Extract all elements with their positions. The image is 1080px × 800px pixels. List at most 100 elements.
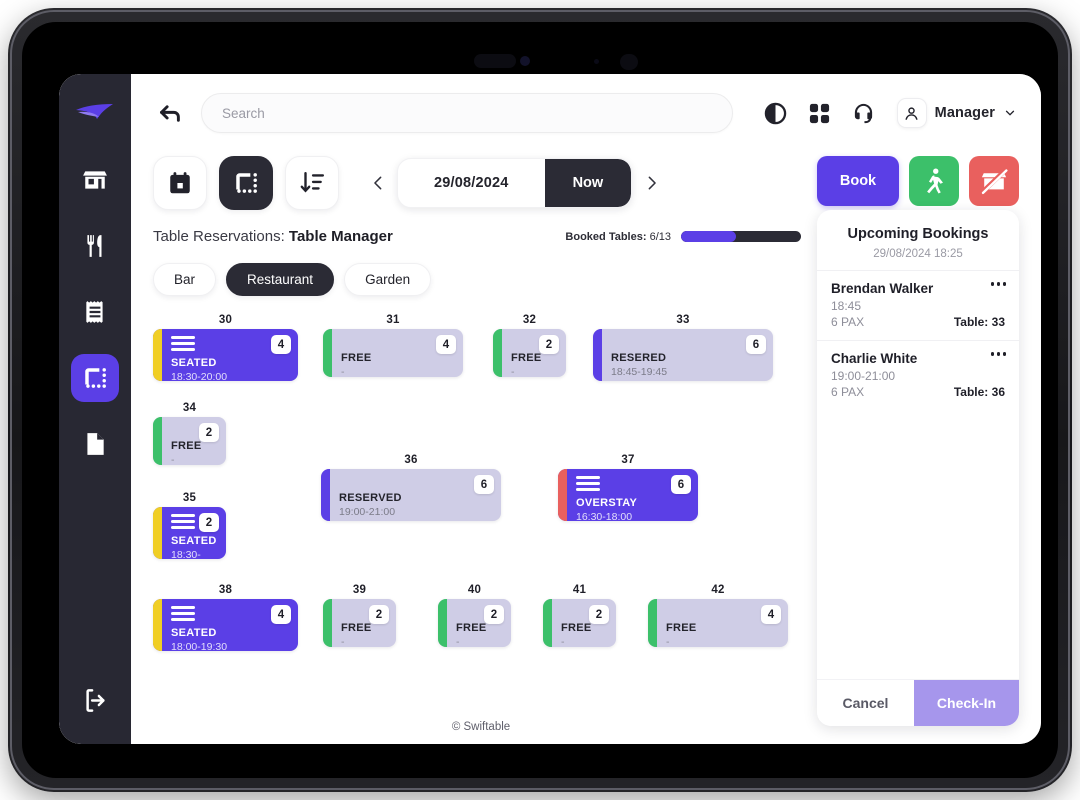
- zone-tab-restaurant[interactable]: Restaurant: [226, 263, 335, 296]
- table-card[interactable]: 2 FREE -: [153, 417, 226, 465]
- table-cell: 32 2 FREE -: [493, 314, 566, 377]
- table-number: 31: [386, 314, 400, 326]
- sidebar-nav: [71, 156, 119, 676]
- table-menu-icon[interactable]: [171, 606, 195, 621]
- next-day-button[interactable]: [640, 165, 662, 201]
- table-number: 32: [522, 314, 537, 326]
- zone-tab-bar[interactable]: Bar: [153, 263, 217, 296]
- table-number: 36: [404, 454, 418, 466]
- table-card[interactable]: 4 FREE -: [648, 599, 788, 647]
- table-menu-icon[interactable]: [171, 514, 195, 529]
- app-screen: Manager: [59, 74, 1041, 744]
- panel-title: Upcoming Bookings: [847, 226, 989, 242]
- booking-meta: 6 PAX Table: 33: [831, 315, 1005, 329]
- search-input[interactable]: [222, 105, 712, 121]
- zone-tab-garden[interactable]: Garden: [344, 263, 432, 296]
- table-status-label: OVERSTAY: [576, 497, 638, 509]
- sidebar-item-tables[interactable]: [71, 354, 119, 402]
- sidebar-item-orders[interactable]: [71, 288, 119, 336]
- table-seat-count: 2: [199, 513, 219, 532]
- more-options-icon[interactable]: [990, 282, 1006, 286]
- table-status-strip: [153, 599, 162, 651]
- table-number: 40: [467, 584, 482, 596]
- booking-list-item[interactable]: Charlie White 19:00-21:00 6 PAX Table: 36: [817, 340, 1019, 410]
- booking-pax: 6 PAX: [831, 385, 865, 399]
- table-seat-count: 4: [436, 335, 456, 354]
- user-avatar-icon: [896, 98, 927, 128]
- now-button[interactable]: Now: [544, 159, 632, 207]
- table-menu-icon[interactable]: [576, 476, 600, 491]
- table-status-strip: [593, 329, 602, 381]
- table-card-body: 2 FREE -: [162, 417, 226, 465]
- user-menu[interactable]: Manager: [896, 98, 1017, 128]
- table-number: 33: [676, 314, 690, 326]
- table-seat-count: 2: [369, 605, 389, 624]
- table-card-body: 4 FREE -: [657, 599, 788, 647]
- swiftable-bird-logo-icon: [74, 98, 116, 130]
- table-number: 30: [218, 314, 233, 326]
- panel-subtitle: 29/08/2024 18:25: [873, 248, 963, 260]
- table-card[interactable]: 2 FREE -: [323, 599, 396, 647]
- store-closed-icon[interactable]: [969, 156, 1019, 206]
- check-in-button[interactable]: Check-In: [913, 680, 1019, 726]
- booking-list-item[interactable]: Brendan Walker 18:45 6 PAX Table: 33: [817, 270, 1019, 340]
- footer: © Swiftable: [153, 710, 809, 744]
- cancel-button[interactable]: Cancel: [817, 680, 914, 726]
- device-screen-bezel: Manager: [22, 22, 1058, 778]
- table-menu-icon[interactable]: [171, 336, 195, 351]
- table-cell: 31 4 FREE -: [323, 314, 463, 377]
- floorplan-view-button[interactable]: [219, 156, 273, 210]
- table-card-body: 4 SEATED 18:30-20:00: [162, 329, 298, 381]
- table-time-range: -: [561, 635, 565, 647]
- table-cell: 34 2 FREE -: [153, 402, 226, 465]
- booked-tables-progress: [681, 231, 801, 242]
- table-seat-count: 2: [539, 335, 559, 354]
- table-time-range: -: [341, 635, 345, 647]
- walking-person-icon[interactable]: [909, 156, 959, 206]
- calendar-view-button[interactable]: [153, 156, 207, 210]
- back-arrow-icon[interactable]: [153, 96, 187, 130]
- logout-icon[interactable]: [71, 676, 119, 724]
- table-cell: 38 4 SEATED 18:00-19:30: [153, 584, 298, 651]
- sidebar-item-store[interactable]: [71, 156, 119, 204]
- proximity-sensor: [620, 54, 638, 70]
- table-status-label: RESERVED: [339, 492, 402, 504]
- table-seat-count: 2: [484, 605, 504, 624]
- date-value[interactable]: 29/08/2024: [398, 159, 545, 207]
- sidebar-item-menu[interactable]: [71, 222, 119, 270]
- table-card-body: 6 OVERSTAY 16:30-18:00: [567, 469, 698, 521]
- table-card[interactable]: 6 RESERED 18:45-19:45: [593, 329, 773, 381]
- table-card[interactable]: 2 FREE -: [493, 329, 566, 377]
- contrast-icon[interactable]: [761, 98, 791, 128]
- table-cell: 42 4 FREE -: [648, 584, 788, 647]
- sidebar-item-reports[interactable]: [71, 420, 119, 468]
- table-card[interactable]: 6 OVERSTAY 16:30-18:00: [558, 469, 698, 521]
- panel-actions: Cancel Check-In: [817, 679, 1019, 726]
- table-card[interactable]: 6 RESERVED 19:00-21:00: [321, 469, 501, 521]
- headset-icon[interactable]: [849, 98, 879, 128]
- table-card-body: 2 FREE -: [447, 599, 511, 647]
- grid-apps-icon[interactable]: [805, 98, 835, 128]
- table-card[interactable]: 2 FREE -: [438, 599, 511, 647]
- more-options-icon[interactable]: [990, 352, 1006, 356]
- table-card[interactable]: 2 SEATED18:30-20:00: [153, 507, 226, 559]
- table-cell: 37 6 OVERSTAY 16:30-18:00: [558, 454, 698, 521]
- table-status-strip: [153, 329, 162, 381]
- table-card[interactable]: 4 FREE -: [323, 329, 463, 377]
- book-button[interactable]: Book: [817, 156, 899, 206]
- table-card[interactable]: 2 FREE -: [543, 599, 616, 647]
- search-box[interactable]: [201, 93, 733, 133]
- table-cell: 33 6 RESERED 18:45-19:45: [593, 314, 773, 381]
- table-seat-count: 4: [271, 335, 291, 354]
- table-time-range: -: [666, 635, 670, 647]
- chevron-down-icon[interactable]: [1003, 106, 1017, 120]
- table-status-strip: [558, 469, 567, 521]
- table-card[interactable]: 4 SEATED 18:00-19:30: [153, 599, 298, 651]
- table-time-range: 19:00-21:00: [339, 505, 396, 518]
- table-time-range: -: [456, 635, 460, 647]
- prev-day-button[interactable]: [367, 165, 389, 201]
- table-card[interactable]: 4 SEATED 18:30-20:00: [153, 329, 298, 381]
- table-seat-count: 4: [761, 605, 781, 624]
- sort-button[interactable]: [285, 156, 339, 210]
- booking-column: Book Upcoming Bookings 29/08/2024 18:25 …: [809, 152, 1041, 744]
